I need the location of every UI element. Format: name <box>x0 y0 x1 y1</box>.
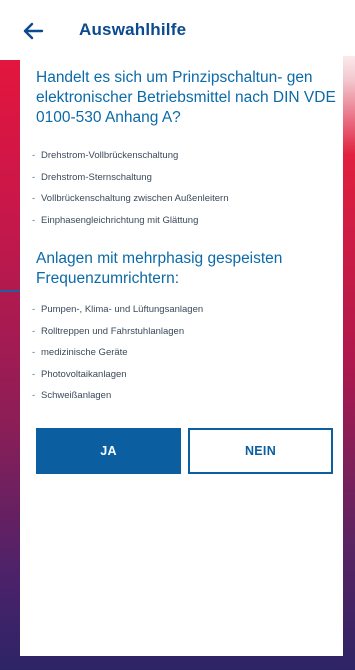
list-item: Schweißanlagen <box>32 390 337 402</box>
back-button[interactable] <box>22 20 46 42</box>
content-card: Handelt es sich um Prinzipschaltun- gen … <box>20 56 343 656</box>
app-screen: Auswahlhilfe Handelt es sich um Prinzips… <box>0 0 355 670</box>
list-item: Vollbrückenschaltung zwischen Außenleite… <box>32 193 337 205</box>
systems-heading: Anlagen mit mehrphasig gespeisten Freque… <box>36 250 283 287</box>
list-item: Einphasengleichrichtung mit Glättung <box>32 215 337 227</box>
list-item: Pumpen-, Klima- und Lüftungsanlagen <box>32 304 337 316</box>
side-accent-line <box>0 290 22 292</box>
yes-button[interactable]: JA <box>36 428 181 474</box>
list-item: medizinische Geräte <box>32 347 337 359</box>
systems-list: Pumpen-, Klima- und Lüftungsanlagen Roll… <box>32 304 337 412</box>
background-gradient-edge <box>343 42 355 670</box>
list-item: Drehstrom-Vollbrückenschaltung <box>32 150 337 162</box>
app-header: Auswahlhilfe <box>0 0 355 56</box>
question-heading: Handelt es sich um Prinzipschaltun- gen … <box>36 69 336 126</box>
arrow-left-icon <box>23 22 44 40</box>
circuit-list: Drehstrom-Vollbrückenschaltung Drehstrom… <box>32 150 337 236</box>
list-item: Photovoltaikanlagen <box>32 369 337 381</box>
no-button[interactable]: NEIN <box>188 428 333 474</box>
list-item: Drehstrom-Sternschaltung <box>32 172 337 184</box>
page-title: Auswahlhilfe <box>79 20 187 39</box>
list-item: Rolltreppen und Fahrstuhlanlagen <box>32 326 337 338</box>
